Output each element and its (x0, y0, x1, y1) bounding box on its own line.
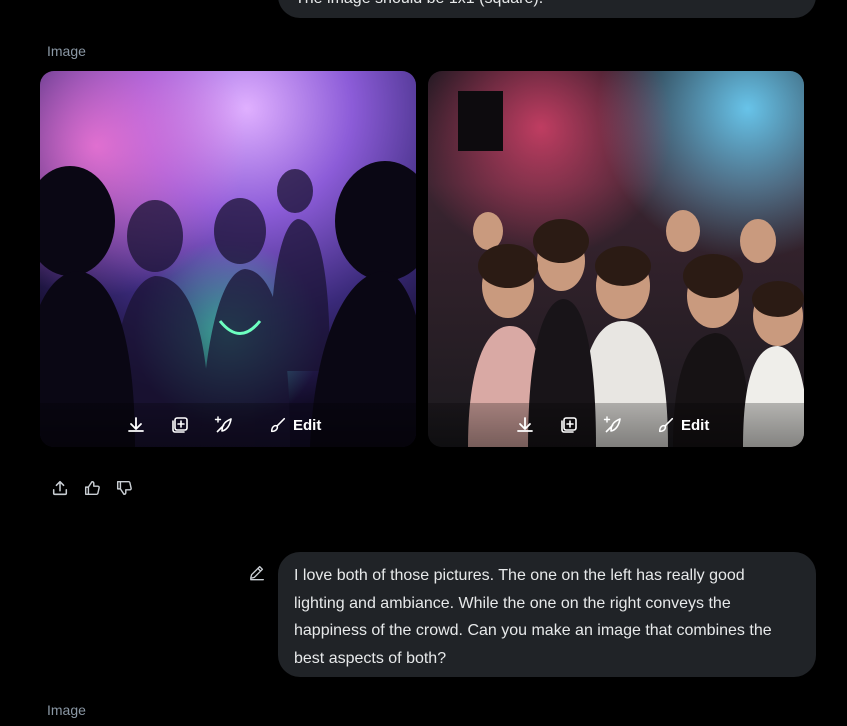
brush-icon (658, 417, 674, 433)
edit-label: Edit (681, 416, 710, 434)
edit-image-button[interactable]: Edit (657, 415, 709, 435)
download-icon[interactable] (126, 415, 146, 435)
add-image-icon[interactable] (170, 415, 190, 435)
brush-icon (270, 417, 286, 433)
image-toolbar: Edit (428, 403, 804, 447)
club-lights-image (40, 71, 416, 447)
edit-label: Edit (293, 416, 322, 434)
user-message-bubble: I love both of those pictures. The one o… (278, 552, 816, 677)
thumbs-down-icon[interactable] (115, 479, 133, 497)
thumbs-up-icon[interactable] (83, 479, 101, 497)
user-message-text: I love both of those pictures. The one o… (294, 567, 772, 667)
generated-image-2[interactable]: Edit (428, 71, 804, 447)
section-label: Image (47, 43, 86, 59)
share-icon[interactable] (51, 479, 69, 497)
sparkle-leaf-icon[interactable] (603, 415, 623, 435)
previous-prompt-bubble: The image should be 1x1 (square). (278, 0, 816, 18)
previous-prompt-text: The image should be 1x1 (square). (295, 0, 543, 8)
edit-image-button[interactable]: Edit (269, 415, 321, 435)
download-icon[interactable] (515, 415, 535, 435)
pencil-icon[interactable] (248, 563, 266, 581)
section-label: Image (47, 702, 86, 718)
generated-image-1[interactable]: Edit (40, 71, 416, 447)
sparkle-leaf-icon[interactable] (214, 415, 234, 435)
party-crowd-image (428, 71, 804, 447)
image-toolbar: Edit (40, 403, 416, 447)
add-image-icon[interactable] (559, 415, 579, 435)
